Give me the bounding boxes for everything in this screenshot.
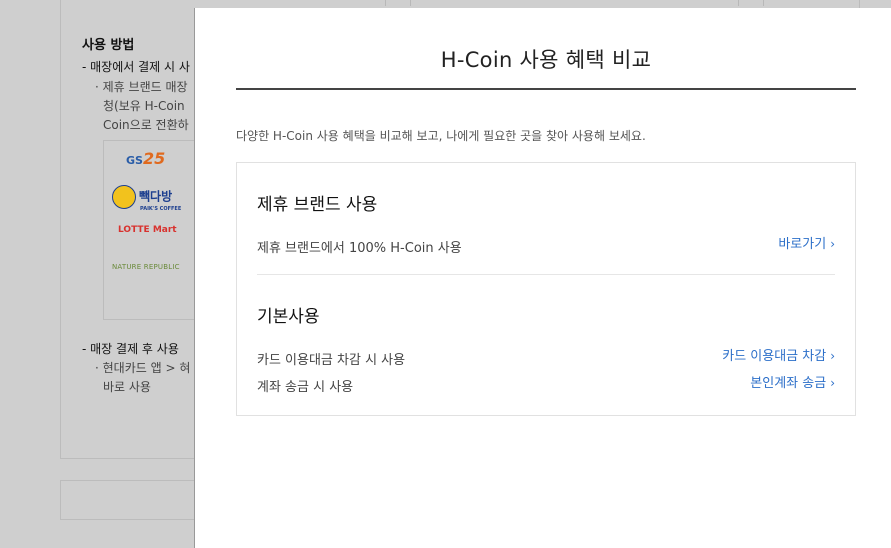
- paik-face-icon: [112, 185, 136, 209]
- chevron-right-icon: ›: [830, 349, 835, 363]
- section-divider: [257, 274, 835, 275]
- go-shortcut-link[interactable]: 바로가기 ›: [778, 233, 835, 252]
- lotte-mart-logo: LOTTE Mart: [118, 225, 177, 235]
- title-divider: [236, 88, 856, 90]
- partner-brand-usage-text: 제휴 브랜드에서 100% H-Coin 사용: [257, 241, 462, 256]
- usage-bullet-after-payment: - 매장 결제 후 사용: [82, 342, 179, 356]
- usage-sub-line: 청(보유 H-Coin: [103, 99, 185, 113]
- chevron-right-icon: ›: [830, 376, 835, 390]
- chevron-right-icon: ›: [830, 237, 835, 251]
- partner-logos: GS25 빽다방 PAIK'S COFFEE LOTTE Mart NATURE…: [103, 140, 203, 320]
- link-label: 본인계좌 송금: [750, 376, 827, 391]
- paiks-coffee-logo: 빽다방 PAIK'S COFFEE: [112, 185, 181, 212]
- benefit-card: 제휴 브랜드 사용 제휴 브랜드에서 100% H-Coin 사용 바로가기 › …: [236, 162, 856, 416]
- modal-description: 다양한 H-Coin 사용 혜택을 비교해 보고, 나에게 필요한 곳을 찾아 …: [236, 129, 646, 143]
- usage-sub-line: Coin으로 전환하: [103, 118, 189, 132]
- nature-republic-logo: NATURE REPUBLIC: [112, 263, 180, 271]
- gs25-logo: GS25: [126, 149, 166, 168]
- h-coin-benefit-modal: H-Coin 사용 혜택 비교 다양한 H-Coin 사용 혜택을 비교해 보고…: [194, 8, 891, 548]
- card-payment-deduct-link[interactable]: 카드 이용대금 차감 ›: [722, 345, 835, 364]
- usage-sub-line: 바로 사용: [103, 380, 151, 394]
- section-title-basic-usage: 기본사용: [257, 307, 320, 327]
- link-label: 바로가기: [778, 237, 827, 252]
- usage-bullet-store: - 매장에서 결제 시 사: [82, 60, 190, 74]
- card-payment-usage-text: 카드 이용대금 차감 시 사용: [257, 353, 406, 368]
- usage-sub-line: · 제휴 브랜드 매장: [95, 80, 188, 94]
- own-account-transfer-link[interactable]: 본인계좌 송금 ›: [750, 372, 835, 391]
- account-transfer-usage-text: 계좌 송금 시 사용: [257, 380, 354, 395]
- link-label: 카드 이용대금 차감: [722, 349, 827, 364]
- usage-title: 사용 방법: [82, 38, 135, 53]
- section-title-partner-brand: 제휴 브랜드 사용: [257, 195, 378, 215]
- modal-title: H-Coin 사용 혜택 비교: [440, 48, 652, 72]
- usage-sub-line: · 현대카드 앱 > 혀: [95, 361, 191, 375]
